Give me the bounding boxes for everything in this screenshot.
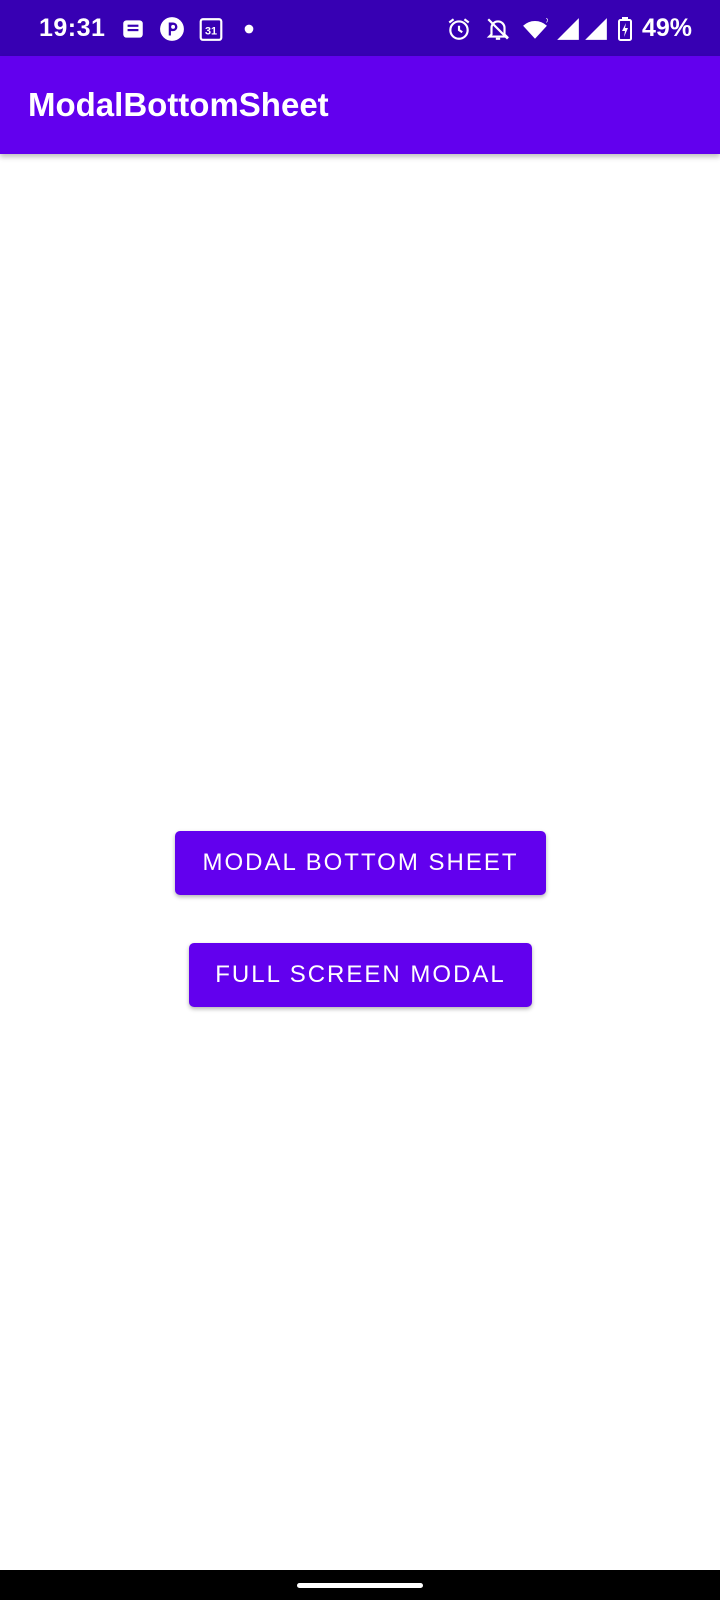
modal-bottom-sheet-button[interactable]: MODAL BOTTOM SHEET [175,831,546,895]
wifi-icon: x [523,16,548,39]
status-time: 19:31 [39,14,106,42]
navigation-bar [0,1570,720,1600]
signal-icon [557,18,579,40]
page-title: ModalBottomSheet [28,86,329,123]
status-bar: 19:31 31 x [0,0,720,56]
message-icon [123,20,143,38]
alarm-icon [448,18,470,40]
calendar-date: 31 [205,25,217,37]
home-gesture-handle[interactable] [297,1583,423,1588]
dot-icon [244,24,254,34]
app-bar: ModalBottomSheet [0,56,720,154]
signal-icon [585,18,607,40]
battery-charging-icon [618,17,632,41]
full-screen-modal-button[interactable]: FULL SCREEN MODAL [189,943,532,1007]
calendar-icon: 31 [199,18,223,41]
notifications-off-icon [486,18,510,40]
circle-p-icon [160,17,184,41]
battery-percent: 49% [642,14,693,42]
svg-text:x: x [546,16,548,25]
